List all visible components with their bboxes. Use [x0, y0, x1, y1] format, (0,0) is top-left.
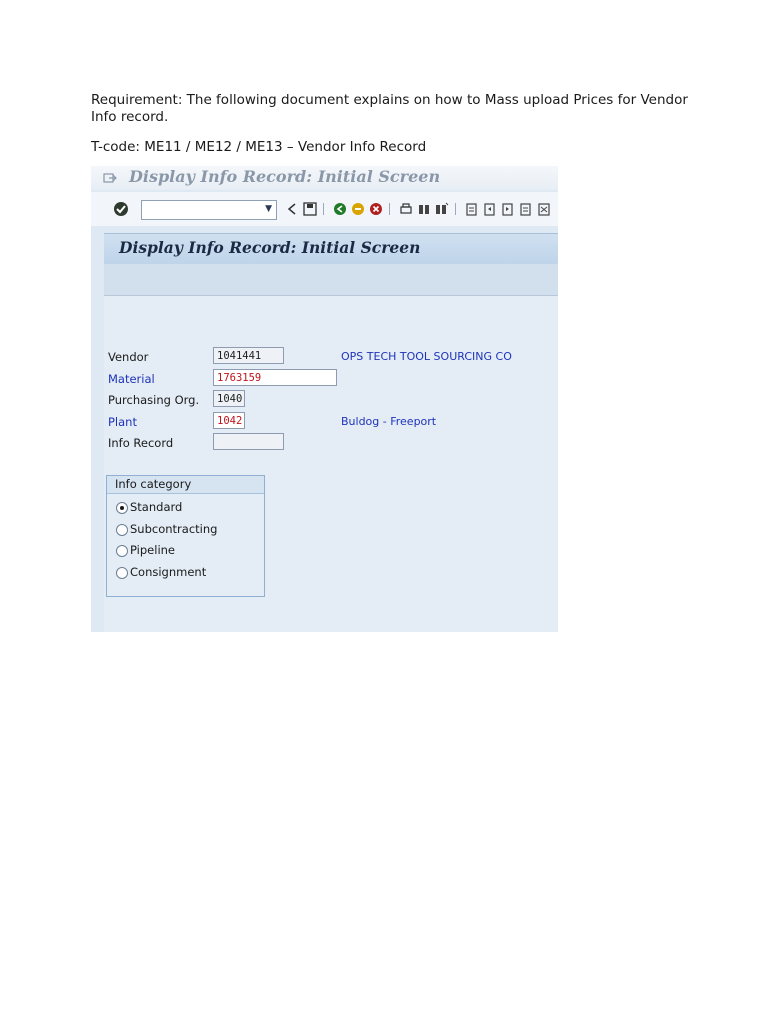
info-record-label: Info Record [108, 436, 174, 450]
application-toolbar [104, 264, 558, 296]
vendor-field[interactable]: 1041441 [213, 347, 284, 364]
material-label: Material [108, 372, 155, 386]
back-icon[interactable] [333, 201, 347, 217]
cancel-icon[interactable] [369, 201, 383, 217]
radio-button[interactable] [116, 545, 128, 557]
back-arrow-icon[interactable] [285, 201, 299, 217]
save-icon[interactable] [303, 201, 317, 217]
plant-field[interactable]: 1042 [213, 412, 245, 429]
vendor-description: OPS TECH TOOL SOURCING CO [341, 350, 512, 363]
find-icon[interactable] [417, 201, 431, 217]
screen-header: Display Info Record: Initial Screen [104, 233, 558, 264]
requirement-text: Requirement: The following document expl… [91, 92, 688, 125]
material-field[interactable]: 1763159 [213, 369, 337, 386]
toolbar-separator [455, 203, 456, 215]
info-category-header: Info category [107, 476, 264, 494]
radio-button[interactable] [116, 524, 128, 536]
info-category-group: Info category Standard Subcontracting Pi… [106, 475, 265, 597]
radio-label: Standard [130, 500, 183, 514]
purchasing-org-field[interactable]: 1040 [213, 390, 245, 407]
vendor-label: Vendor [108, 350, 149, 364]
info-category-title: Info category [115, 477, 192, 491]
chevron-down-icon[interactable]: ▼ [265, 204, 272, 214]
radio-label: Consignment [130, 565, 207, 579]
toolbar-separator [389, 203, 390, 215]
window-menu-icon[interactable] [103, 172, 117, 184]
radio-label: Pipeline [130, 543, 176, 557]
window-title: Display Info Record: Initial Screen [129, 167, 441, 186]
screen-title: Display Info Record: Initial Screen [119, 238, 421, 257]
previous-page-icon[interactable] [483, 201, 497, 217]
print-icon[interactable] [399, 201, 413, 217]
tcode-text: T-code: ME11 / ME12 / ME13 – Vendor Info… [91, 139, 427, 155]
toolbar-separator [323, 203, 324, 215]
purchasing-org-label: Purchasing Org. [108, 393, 200, 407]
enter-icon[interactable] [113, 201, 129, 217]
radio-label: Subcontracting [130, 522, 218, 536]
command-field[interactable]: ▼ [141, 200, 277, 220]
first-page-icon[interactable] [465, 201, 479, 217]
standard-toolbar: ▼ [91, 192, 558, 226]
find-next-icon[interactable] [435, 201, 449, 217]
plant-description: Buldog - Freeport [341, 415, 437, 428]
radio-button[interactable] [116, 567, 128, 579]
layout-icon[interactable] [537, 201, 551, 217]
radio-button-selected[interactable] [116, 502, 128, 514]
exit-icon[interactable] [351, 201, 365, 217]
sap-screenshot: Display Info Record: Initial Screen ▼ Di… [91, 166, 558, 632]
info-record-field[interactable] [213, 433, 284, 450]
window-titlebar: Display Info Record: Initial Screen [91, 166, 558, 190]
last-page-icon[interactable] [519, 201, 533, 217]
next-page-icon[interactable] [501, 201, 515, 217]
plant-label: Plant [108, 415, 137, 429]
